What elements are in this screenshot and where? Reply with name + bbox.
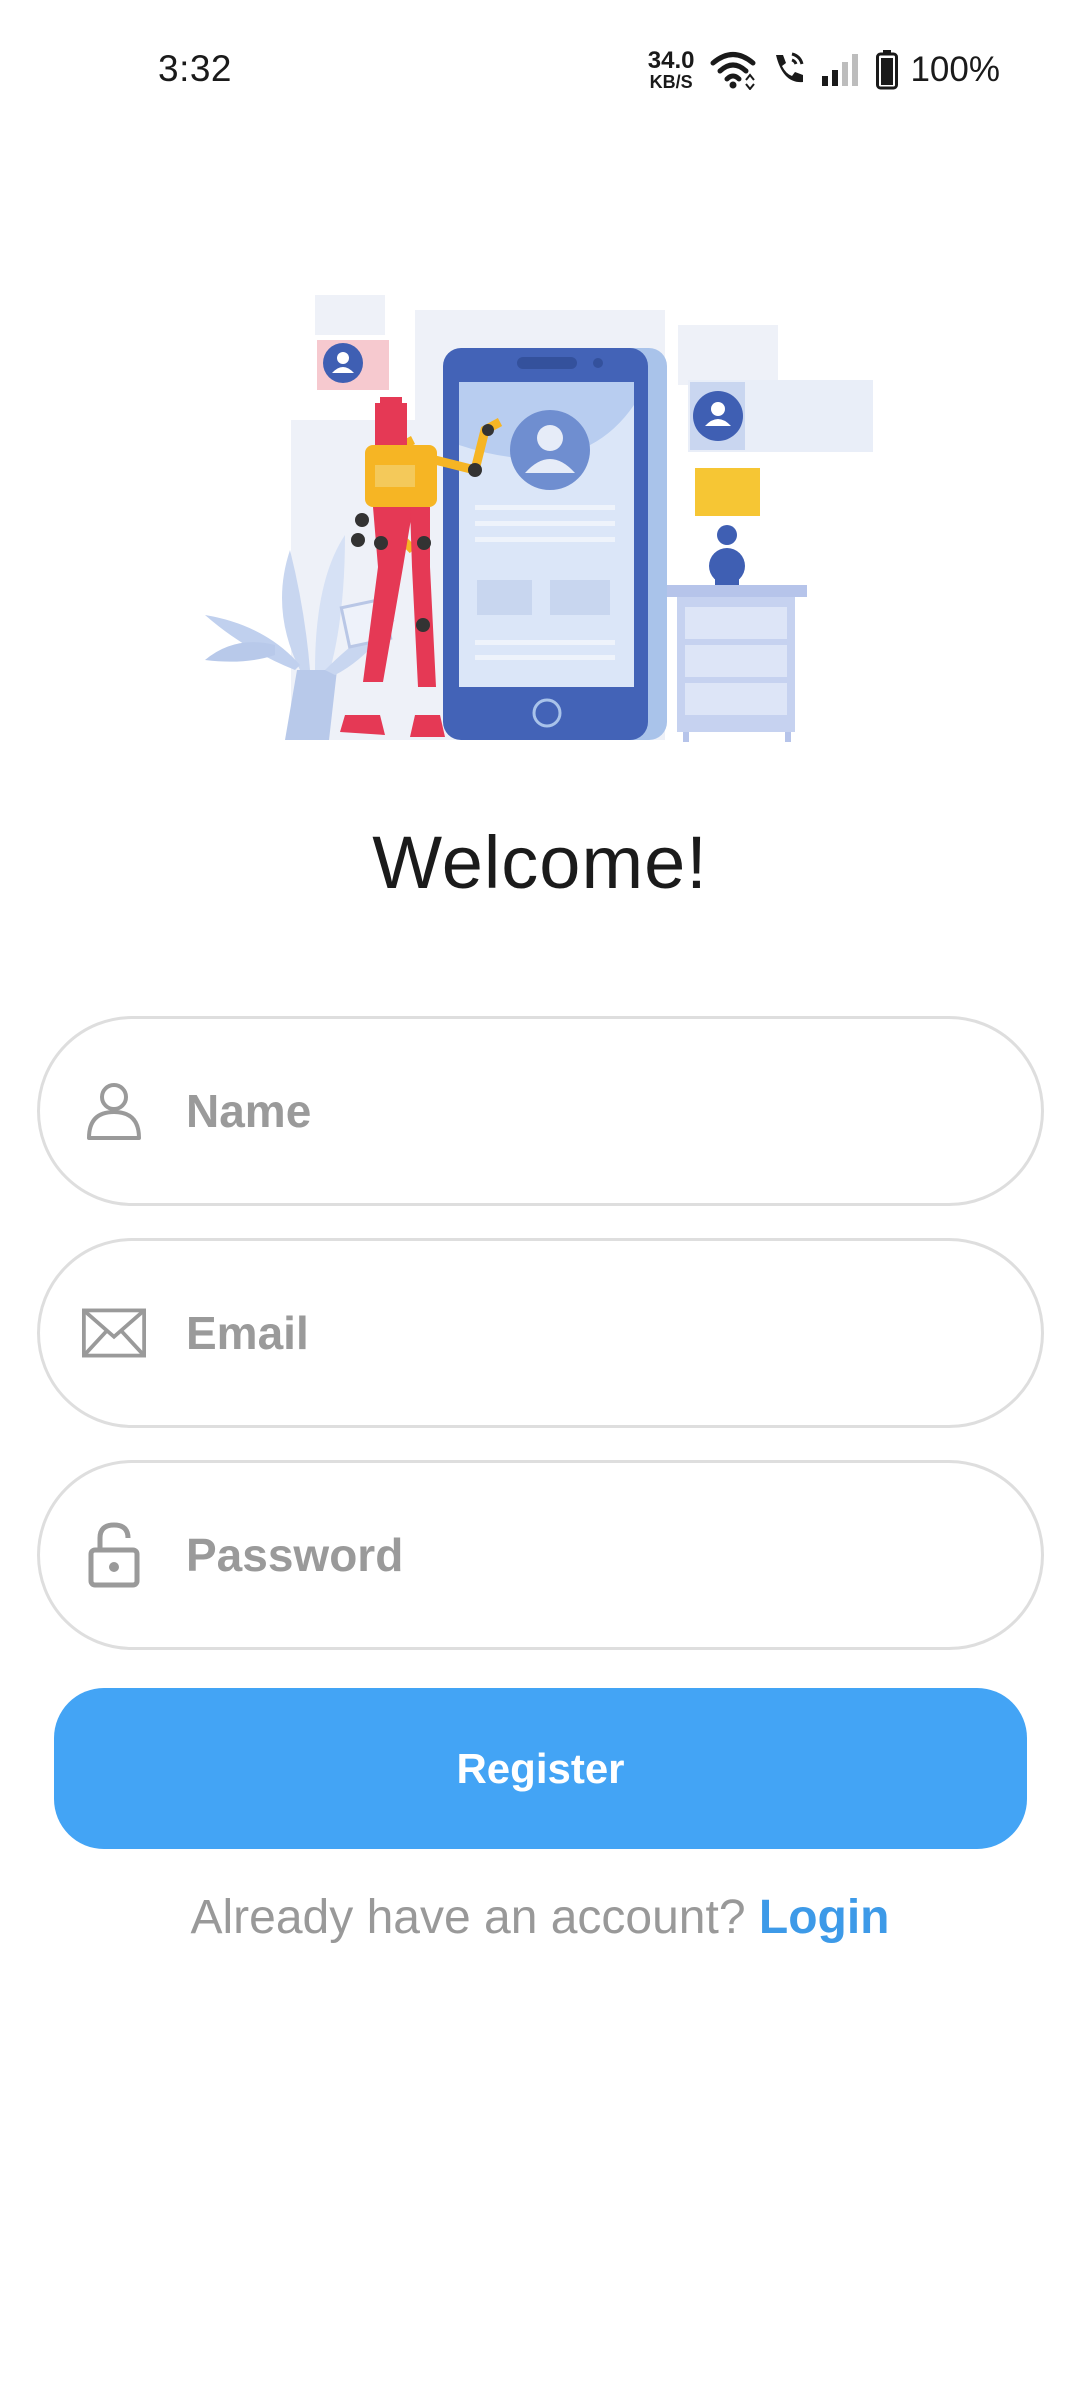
wifi-calling-icon: [776, 52, 804, 83]
name-field[interactable]: [37, 1016, 1044, 1206]
login-link[interactable]: Login: [759, 1891, 890, 1944]
person-icon: [82, 1079, 146, 1143]
cellular-signal-icon: [822, 54, 859, 86]
network-speed-value: 34.0: [647, 47, 695, 74]
register-button[interactable]: Register: [54, 1688, 1027, 1849]
status-bar: 3:32 34.0 KB/S 100%: [0, 0, 1080, 140]
login-prompt: Already have an account? Login: [0, 1890, 1080, 1945]
email-field[interactable]: [37, 1238, 1044, 1428]
lock-icon: [82, 1522, 146, 1588]
password-field[interactable]: [37, 1460, 1044, 1650]
status-time: 3:32: [158, 48, 233, 89]
email-input[interactable]: [184, 1293, 964, 1373]
wifi-icon: [710, 52, 756, 90]
name-input[interactable]: [184, 1071, 964, 1151]
mail-icon: [82, 1301, 146, 1365]
welcome-title: Welcome!: [372, 821, 708, 904]
robot-phone-illustration: [205, 295, 873, 742]
battery-percentage: 100%: [910, 50, 1000, 89]
login-prompt-text: Already have an account?: [190, 1891, 746, 1944]
password-input[interactable]: [184, 1515, 964, 1595]
network-speed-unit: KB/S: [649, 72, 693, 92]
status-icons: 34.0 KB/S 100%: [648, 42, 1000, 98]
battery-icon: [876, 50, 899, 90]
network-speed: 34.0 KB/S: [647, 47, 695, 92]
